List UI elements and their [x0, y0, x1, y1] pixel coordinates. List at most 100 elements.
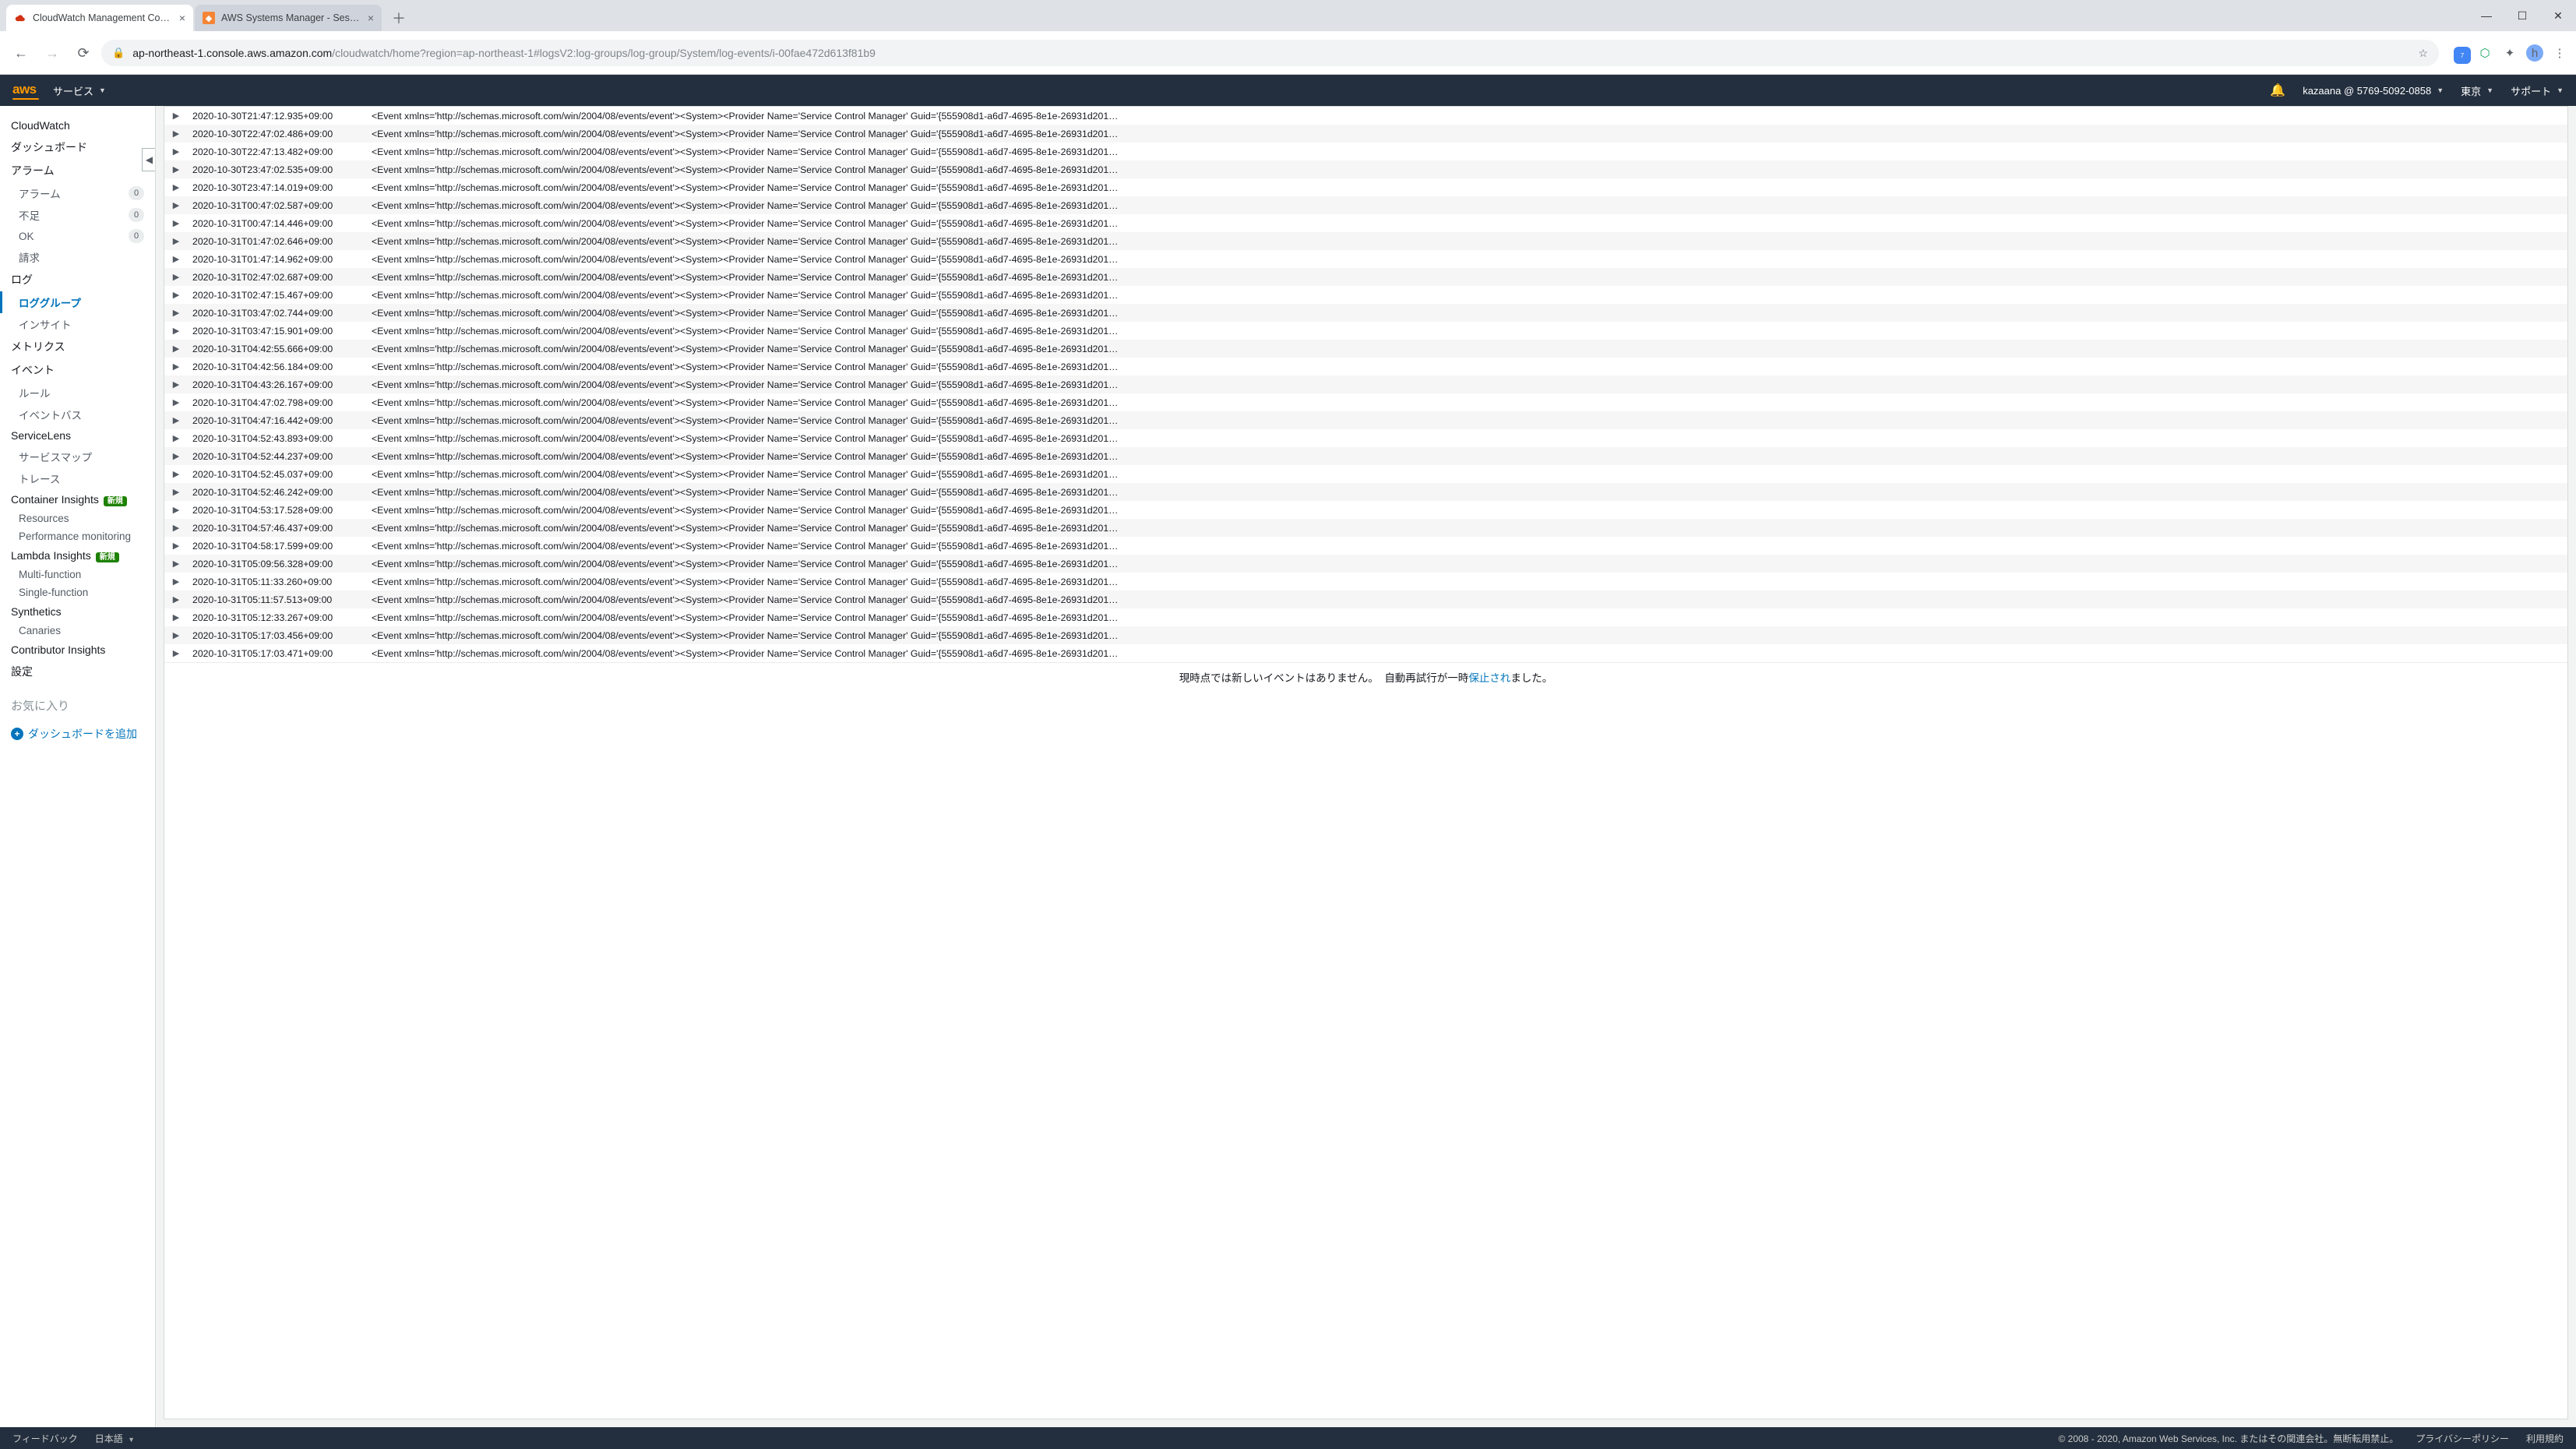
expand-row-icon[interactable]: ▶ — [164, 644, 188, 662]
tab-close-icon[interactable]: × — [179, 12, 185, 24]
log-event-row[interactable]: ▶2020-10-31T04:43:26.167+09:00<Event xml… — [164, 375, 2567, 393]
log-event-row[interactable]: ▶2020-10-31T04:47:16.442+09:00<Event xml… — [164, 411, 2567, 429]
log-event-row[interactable]: ▶2020-10-31T04:52:43.893+09:00<Event xml… — [164, 429, 2567, 447]
sidebar-item-metrics[interactable]: メトリクス — [0, 335, 155, 358]
log-event-row[interactable]: ▶2020-10-31T05:09:56.328+09:00<Event xml… — [164, 555, 2567, 573]
log-event-row[interactable]: ▶2020-10-30T23:47:02.535+09:00<Event xml… — [164, 160, 2567, 178]
sidebar-item-lambda-insights[interactable]: Lambda Insights新規 — [0, 545, 155, 566]
expand-row-icon[interactable]: ▶ — [164, 178, 188, 196]
expand-row-icon[interactable]: ▶ — [164, 591, 188, 608]
expand-row-icon[interactable]: ▶ — [164, 626, 188, 644]
log-event-row[interactable]: ▶2020-10-31T04:42:55.666+09:00<Event xml… — [164, 340, 2567, 358]
expand-row-icon[interactable]: ▶ — [164, 501, 188, 519]
log-event-row[interactable]: ▶2020-10-31T04:57:46.437+09:00<Event xml… — [164, 519, 2567, 537]
sidebar-collapse-button[interactable]: ◀ — [142, 148, 156, 171]
nav-support[interactable]: サポート▼ — [2511, 83, 2564, 98]
expand-row-icon[interactable]: ▶ — [164, 465, 188, 483]
nav-services[interactable]: サービス▼ — [53, 83, 106, 98]
log-event-row[interactable]: ▶2020-10-30T23:47:14.019+09:00<Event xml… — [164, 178, 2567, 196]
expand-row-icon[interactable]: ▶ — [164, 447, 188, 465]
tab-close-icon[interactable]: × — [368, 12, 374, 24]
omnibox[interactable]: 🔒 ap-northeast-1.console.aws.amazon.com/… — [101, 40, 2439, 66]
log-event-row[interactable]: ▶2020-10-31T00:47:14.446+09:00<Event xml… — [164, 214, 2567, 232]
sidebar-item-alarm-insufficient[interactable]: 不足0 — [0, 204, 155, 226]
expand-row-icon[interactable]: ▶ — [164, 573, 188, 591]
sidebar-item-event-bus[interactable]: イベントバス — [0, 404, 155, 425]
log-event-row[interactable]: ▶2020-10-31T00:47:02.587+09:00<Event xml… — [164, 196, 2567, 214]
footer-terms-link[interactable]: 利用規約 — [2526, 1432, 2564, 1445]
expand-row-icon[interactable]: ▶ — [164, 304, 188, 322]
expand-row-icon[interactable]: ▶ — [164, 393, 188, 411]
log-event-row[interactable]: ▶2020-10-31T04:53:17.528+09:00<Event xml… — [164, 501, 2567, 519]
log-event-row[interactable]: ▶2020-10-30T21:47:12.935+09:00<Event xml… — [164, 107, 2567, 125]
sidebar-item-log[interactable]: ログ — [0, 268, 155, 291]
sidebar-item-servicelens[interactable]: ServiceLens — [0, 425, 155, 446]
expand-row-icon[interactable]: ▶ — [164, 411, 188, 429]
log-event-row[interactable]: ▶2020-10-31T04:47:02.798+09:00<Event xml… — [164, 393, 2567, 411]
log-event-row[interactable]: ▶2020-10-31T05:12:33.267+09:00<Event xml… — [164, 608, 2567, 626]
sidebar-item-resources[interactable]: Resources — [0, 509, 155, 527]
log-event-row[interactable]: ▶2020-10-31T05:11:33.260+09:00<Event xml… — [164, 573, 2567, 591]
expand-row-icon[interactable]: ▶ — [164, 519, 188, 537]
sidebar-item-events[interactable]: イベント — [0, 358, 155, 382]
expand-row-icon[interactable]: ▶ — [164, 340, 188, 358]
browser-tab-active[interactable]: CloudWatch Management Conso × — [6, 5, 193, 31]
expand-row-icon[interactable]: ▶ — [164, 286, 188, 304]
expand-row-icon[interactable]: ▶ — [164, 232, 188, 250]
sidebar-item-rules[interactable]: ルール — [0, 382, 155, 404]
expand-row-icon[interactable]: ▶ — [164, 250, 188, 268]
sidebar-item-trace[interactable]: トレース — [0, 467, 155, 489]
notifications-icon[interactable]: 🔔 — [2270, 83, 2285, 98]
expand-row-icon[interactable]: ▶ — [164, 196, 188, 214]
expand-row-icon[interactable]: ▶ — [164, 322, 188, 340]
log-event-row[interactable]: ▶2020-10-31T01:47:14.962+09:00<Event xml… — [164, 250, 2567, 268]
log-event-row[interactable]: ▶2020-10-31T04:52:44.237+09:00<Event xml… — [164, 447, 2567, 465]
nav-region[interactable]: 東京▼ — [2461, 83, 2493, 98]
window-close-button[interactable]: ✕ — [2540, 0, 2576, 31]
sidebar-item-insight[interactable]: インサイト — [0, 313, 155, 335]
expand-row-icon[interactable]: ▶ — [164, 268, 188, 286]
window-minimize-button[interactable]: — — [2469, 0, 2504, 31]
add-dashboard-button[interactable]: + ダッシュボードを追加 — [0, 720, 155, 748]
extension-icon[interactable]: 7 — [2451, 44, 2469, 62]
sidebar-item-dashboard[interactable]: ダッシュボード — [0, 136, 155, 159]
sidebar-item-alarm[interactable]: アラーム — [0, 159, 155, 182]
nav-reload-button[interactable]: ⟳ — [70, 40, 97, 66]
sidebar-item-log-groups[interactable]: ロググループ — [0, 291, 155, 313]
sidebar-item-perf-monitoring[interactable]: Performance monitoring — [0, 527, 155, 545]
new-tab-button[interactable]: ＋ — [388, 7, 410, 29]
sidebar-item-service-map[interactable]: サービスマップ — [0, 446, 155, 467]
expand-row-icon[interactable]: ▶ — [164, 555, 188, 573]
sidebar-item-synthetics[interactable]: Synthetics — [0, 601, 155, 622]
browser-tab-inactive[interactable]: ◆ AWS Systems Manager - Session × — [195, 5, 382, 31]
expand-row-icon[interactable]: ▶ — [164, 483, 188, 501]
sidebar-item-multi-function[interactable]: Multi-function — [0, 566, 155, 583]
footer-feedback-link[interactable]: フィードバック — [12, 1432, 78, 1445]
aws-logo[interactable]: aws — [12, 82, 53, 100]
footer-privacy-link[interactable]: プライバシーポリシー — [2416, 1432, 2509, 1445]
sidebar-item-single-function[interactable]: Single-function — [0, 583, 155, 601]
log-event-row[interactable]: ▶2020-10-31T04:58:17.599+09:00<Event xml… — [164, 537, 2567, 555]
expand-row-icon[interactable]: ▶ — [164, 608, 188, 626]
log-event-row[interactable]: ▶2020-10-31T05:17:03.456+09:00<Event xml… — [164, 626, 2567, 644]
log-event-row[interactable]: ▶2020-10-30T22:47:13.482+09:00<Event xml… — [164, 143, 2567, 160]
log-event-row[interactable]: ▶2020-10-31T02:47:02.687+09:00<Event xml… — [164, 268, 2567, 286]
log-event-row[interactable]: ▶2020-10-31T04:52:46.242+09:00<Event xml… — [164, 483, 2567, 501]
log-event-row[interactable]: ▶2020-10-31T04:52:45.037+09:00<Event xml… — [164, 465, 2567, 483]
retry-link[interactable]: 保止され — [1468, 672, 1510, 684]
sidebar-item-alarm-ok[interactable]: OK0 — [0, 226, 155, 246]
extensions-menu-icon[interactable]: ✦ — [2501, 44, 2518, 62]
expand-row-icon[interactable]: ▶ — [164, 429, 188, 447]
log-event-row[interactable]: ▶2020-10-31T01:47:02.646+09:00<Event xml… — [164, 232, 2567, 250]
chrome-menu-icon[interactable]: ⋮ — [2551, 44, 2568, 62]
expand-row-icon[interactable]: ▶ — [164, 537, 188, 555]
expand-row-icon[interactable]: ▶ — [164, 107, 188, 125]
log-event-row[interactable]: ▶2020-10-31T05:17:03.471+09:00<Event xml… — [164, 644, 2567, 662]
log-event-row[interactable]: ▶2020-10-31T04:42:56.184+09:00<Event xml… — [164, 358, 2567, 375]
star-icon[interactable]: ☆ — [2418, 47, 2428, 60]
log-event-row[interactable]: ▶2020-10-31T05:11:57.513+09:00<Event xml… — [164, 591, 2567, 608]
sidebar-item-alarm-billing[interactable]: 請求 — [0, 246, 155, 268]
log-event-row[interactable]: ▶2020-10-31T03:47:02.744+09:00<Event xml… — [164, 304, 2567, 322]
sidebar-item-cloudwatch[interactable]: CloudWatch — [0, 115, 155, 136]
expand-row-icon[interactable]: ▶ — [164, 143, 188, 160]
